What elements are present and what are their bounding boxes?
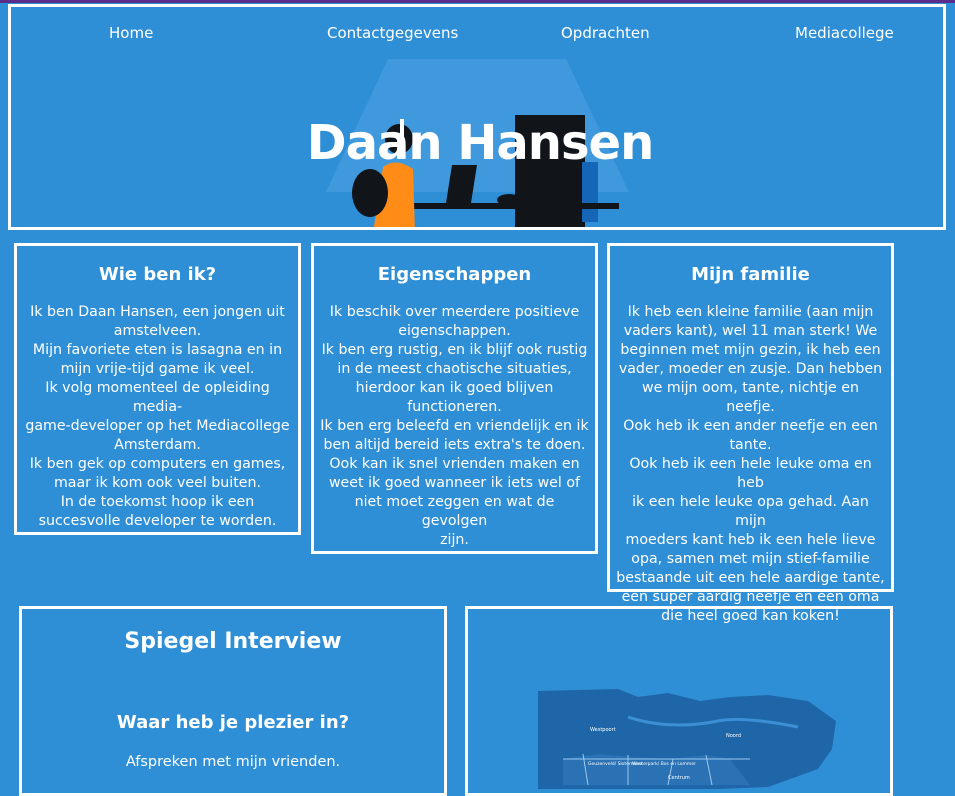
card-spiegel-interview: Spiegel Interview Waar heb je plezier in… [19, 606, 447, 796]
card-heading: Wie ben ik? [98, 264, 217, 285]
card-text: Ik beschik over meerdere positieve eigen… [320, 304, 589, 548]
interview-question: Waar heb je plezier in? [116, 712, 350, 733]
hero-header: Home Contactgegevens Opdrachten Mediacol… [8, 4, 946, 230]
map-label: Westerpark/ Bos en Lommer [632, 761, 696, 767]
map-label: Westpoort [590, 727, 616, 733]
amsterdam-map: Westpoort Noord Geuzenveld/ Slotermeer W… [538, 689, 836, 789]
card-text: Ik ben Daan Hansen, een jongen uit amste… [25, 304, 290, 529]
nav-contactgegevens-link[interactable]: Contactgegevens [327, 24, 458, 42]
card-map: Westpoort Noord Geuzenveld/ Slotermeer W… [465, 606, 893, 796]
card-heading: Eigenschappen [377, 264, 532, 285]
card-text: Ik heb een kleine familie (aan mijn vade… [616, 304, 885, 624]
page-title: Daan Hansen [306, 115, 655, 171]
nav-home-link[interactable]: Home [109, 24, 153, 42]
interview-title: Spiegel Interview [124, 629, 342, 654]
nav-mediacollege-link[interactable]: Mediacollege [795, 24, 894, 42]
map-label: Centrum [668, 775, 690, 781]
card-mijn-familie: Mijn familie Ik heb een kleine familie (… [607, 243, 894, 624]
card-wie-ben-ik: Wie ben ik? Ik ben Daan Hansen, een jong… [14, 243, 301, 535]
interview-answer: Afspreken met mijn vrienden. [125, 754, 341, 770]
map-label: Noord [726, 733, 741, 739]
top-accent-strip [0, 0, 955, 3]
card-eigenschappen: Eigenschappen Ik beschik over meerdere p… [311, 243, 598, 554]
card-heading: Mijn familie [691, 264, 810, 285]
nav-opdrachten-link[interactable]: Opdrachten [561, 24, 650, 42]
